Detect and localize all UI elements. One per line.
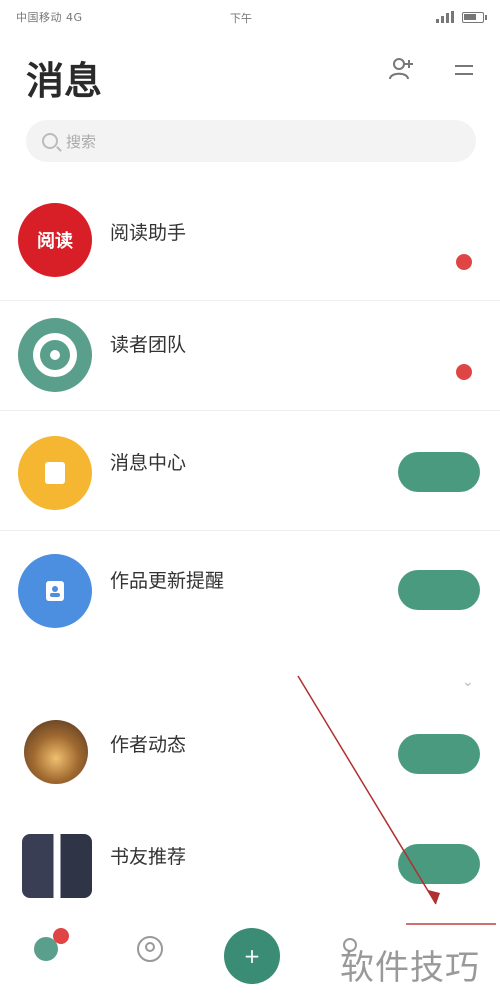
user-icon [46,581,64,601]
avatar [22,834,92,898]
chevron-down-icon[interactable]: ⌄ [462,674,474,690]
page-title: 消息 [26,59,103,103]
nav-badge [53,928,69,944]
status-bar: 中国移动 4G 下午 [0,0,500,34]
plus-icon[interactable]: + [224,928,280,984]
action-button[interactable] [398,844,480,884]
conversation-item[interactable]: 阅读 阅读助手 [0,190,500,302]
header: 消息 [0,42,500,103]
unread-dot [456,364,472,380]
avatar [18,436,92,510]
avatar [18,554,92,628]
conversation-name: 消息中心 [110,452,187,474]
conversation-name: 读者团队 [110,334,187,356]
divider [0,530,500,531]
person-add-icon[interactable] [388,56,414,82]
conversation-item[interactable]: 作者动态 [0,700,500,812]
conversation-name: 阅读助手 [110,222,187,244]
status-icons [436,11,487,23]
conversation-item[interactable]: 作品更新提醒 [0,536,500,648]
divider [0,410,500,411]
contacts-icon [135,934,165,964]
search-input[interactable]: 搜索 [26,120,476,162]
search-icon [42,133,58,149]
status-time: 下午 [230,12,252,25]
unread-dot [456,254,472,270]
conversation-item[interactable]: 消息中心 [0,418,500,530]
conversation-name: 作者动态 [110,734,187,756]
conversation-item[interactable]: 书友推荐 [0,808,500,920]
nav-item-contacts[interactable] [120,934,180,968]
watermark: 软件技巧 [340,948,480,988]
avatar [24,720,88,784]
document-icon [45,462,65,484]
action-button[interactable] [398,452,480,492]
action-button[interactable] [398,570,480,610]
menu-icon[interactable] [452,58,476,82]
nav-item-chat[interactable] [16,928,76,968]
signal-icon [436,11,454,23]
avatar [18,318,92,392]
conversation-name: 作品更新提醒 [110,570,225,592]
compass-icon [33,333,77,377]
battery-icon [462,11,487,23]
conversation-item[interactable]: 读者团队 [0,300,500,412]
search-placeholder: 搜索 [66,132,97,151]
chat-icon [31,928,69,964]
avatar-text: 阅读 [37,231,73,252]
carrier-label: 中国移动 4G [16,11,83,24]
avatar: 阅读 [18,203,92,277]
conversation-name: 书友推荐 [110,846,187,868]
action-button[interactable] [398,734,480,774]
